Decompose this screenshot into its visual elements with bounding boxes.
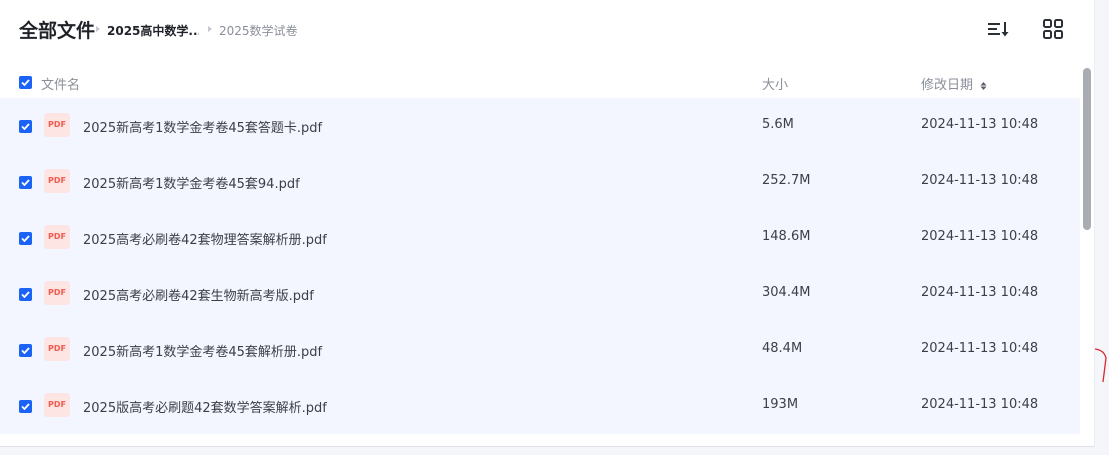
file-list-panel: 全部文件 2025高中数学... 2025数学试卷 文件名 大小 修改日期 PD… [0,0,1095,447]
table-row[interactable]: PDF 2025新高考1数学金考卷45套94.pdf 252.7M 2024-1… [0,154,1080,210]
sort-arrows-icon [980,81,987,90]
row-checkbox[interactable] [19,344,32,357]
table-row[interactable]: PDF 2025高考必刷卷42套生物新高考版.pdf 304.4M 2024-1… [0,266,1080,322]
checkmark-icon [21,347,30,355]
table-row[interactable]: PDF 2025版高考必刷题42套数学答案解析.pdf 193M 2024-11… [0,378,1080,434]
breadcrumb-separator-icon [208,26,212,32]
breadcrumb-item-parent[interactable]: 2025高中数学... [107,22,199,39]
table-row[interactable]: PDF 2025新高考1数学金考卷45套解析册.pdf 48.4M 2024-1… [0,322,1080,378]
select-all-checkbox[interactable] [19,76,32,89]
file-name[interactable]: 2025新高考1数学金考卷45套答题卡.pdf [83,117,322,136]
pdf-file-icon: PDF [44,281,70,305]
right-gutter [1095,0,1109,455]
row-checkbox[interactable] [19,176,32,189]
pdf-file-icon: PDF [44,337,70,361]
breadcrumb-item-current: 2025数学试卷 [219,24,298,38]
header-name[interactable]: 文件名 [41,74,80,93]
file-date: 2024-11-13 10:48 [921,173,1039,188]
file-date: 2024-11-13 10:48 [921,117,1039,132]
row-checkbox[interactable] [19,120,32,133]
file-date: 2024-11-13 10:48 [921,285,1039,300]
table-header: 文件名 大小 修改日期 [0,66,1094,98]
file-date: 2024-11-13 10:48 [921,341,1039,356]
file-size: 48.4M [762,341,803,356]
file-size: 193M [762,397,799,412]
file-size: 148.6M [762,229,811,244]
grid-view-button[interactable] [1040,16,1066,42]
file-size: 5.6M [762,117,794,132]
row-checkbox[interactable] [19,232,32,245]
checkmark-icon [21,235,30,243]
header-date-wrap[interactable]: 修改日期 [921,74,987,93]
breadcrumb-root[interactable]: 全部文件 [19,16,95,43]
grid-view-icon [1043,19,1063,39]
top-bar: 全部文件 2025高中数学... 2025数学试卷 [0,0,1094,60]
checkmark-icon [21,79,30,87]
file-name[interactable]: 2025新高考1数学金考卷45套解析册.pdf [83,341,322,360]
file-size: 304.4M [762,285,811,300]
file-list: PDF 2025新高考1数学金考卷45套答题卡.pdf 5.6M 2024-11… [0,98,1080,434]
file-name[interactable]: 2025新高考1数学金考卷45套94.pdf [83,173,300,192]
pdf-file-icon: PDF [44,169,70,193]
sort-button[interactable] [985,16,1011,42]
pdf-file-icon: PDF [44,113,70,137]
row-checkbox[interactable] [19,288,32,301]
row-checkbox[interactable] [19,400,32,413]
checkmark-icon [21,291,30,299]
file-name[interactable]: 2025版高考必刷题42套数学答案解析.pdf [83,397,327,416]
checkmark-icon [21,179,30,187]
file-date: 2024-11-13 10:48 [921,397,1039,412]
file-name[interactable]: 2025高考必刷卷42套生物新高考版.pdf [83,285,314,304]
pdf-file-icon: PDF [44,225,70,249]
table-row[interactable]: PDF 2025新高考1数学金考卷45套答题卡.pdf 5.6M 2024-11… [0,98,1080,154]
file-size: 252.7M [762,173,811,188]
checkmark-icon [21,403,30,411]
annotation-curve-icon [1094,348,1107,383]
header-size[interactable]: 大小 [762,74,788,93]
table-row[interactable]: PDF 2025高考必刷卷42套物理答案解析册.pdf 148.6M 2024-… [0,210,1080,266]
breadcrumb-separator-icon [96,26,100,32]
sort-list-icon [988,22,1009,37]
file-date: 2024-11-13 10:48 [921,229,1039,244]
checkmark-icon [21,123,30,131]
scrollbar-thumb[interactable] [1083,68,1091,230]
file-name[interactable]: 2025高考必刷卷42套物理答案解析册.pdf [83,229,327,248]
header-date: 修改日期 [921,78,974,93]
pdf-file-icon: PDF [44,393,70,417]
